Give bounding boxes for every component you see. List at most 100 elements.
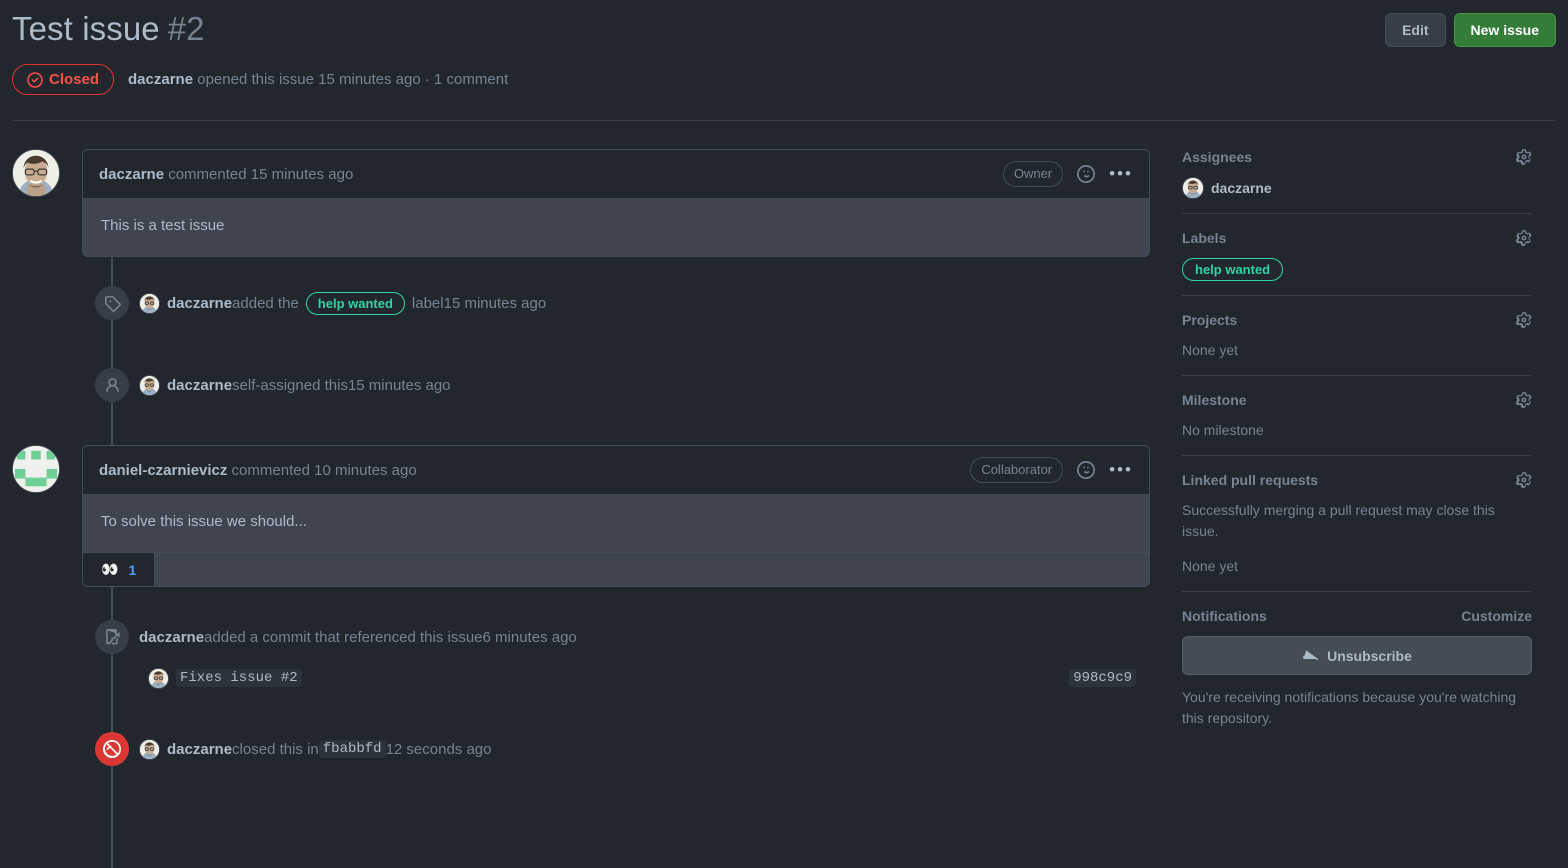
comment-header-actions: Collaborator ••• [970,457,1133,484]
event-time: 6 minutes ago [482,628,577,646]
header-divider [12,120,1556,122]
timeline-event-labeled: daczarne added the help wanted label 15 … [12,285,1150,321]
sidebar-notifications-title: Notifications [1182,608,1267,625]
gear-icon[interactable] [1516,312,1532,329]
avatar[interactable] [12,445,60,494]
comment-header-actions: Owner ••• [1002,161,1133,188]
event-time: 12 seconds ago [385,740,492,758]
user-avatar-photo [13,150,59,197]
sidebar-label-chip[interactable]: help wanted [1182,258,1284,282]
avatar[interactable] [12,149,60,198]
mini-avatar [139,374,160,396]
user-avatar-photo [140,739,159,759]
issue-closed-icon [27,71,43,88]
sidebar-notifications-header: Notifications Customize [1182,608,1532,624]
sidebar-projects-title: Projects [1182,312,1238,329]
event-text-after: label [411,294,444,312]
sidebar-milestone-title: Milestone [1182,392,1247,409]
sidebar-section-milestone: Milestone No milestone [1182,392,1532,457]
sidebar-labels-header: Labels [1182,230,1532,246]
status-badge: Closed [12,64,115,96]
mini-avatar [139,292,160,314]
comment-author[interactable]: daniel-czarnievicz [99,462,227,479]
sidebar-section-linked-prs: Linked pull requests Successfully mergin… [1182,472,1532,593]
timeline-event-referenced: daczarne added a commit that referenced … [12,619,1150,655]
comment-item: daniel-czarnievicz commented 10 minutes … [12,445,1150,588]
closed-circle-icon [95,732,129,767]
comment-byline: daczarne commented 15 minutes ago [99,166,353,183]
comment-box: daniel-czarnievicz commented 10 minutes … [82,445,1150,588]
event-time: 15 minutes ago [443,294,547,312]
sidebar-linked-prs-header: Linked pull requests [1182,472,1532,488]
event-text: added a commit that referenced this issu… [204,628,483,646]
mini-avatar [1182,177,1204,200]
timeline-event-closed: daczarne closed this in fbabbfd 12 secon… [12,731,1150,767]
author-role-badge: Collaborator [970,457,1064,484]
comment-item: daczarne commented 15 minutes ago Owner … [12,149,1150,258]
issue-meta-rest: opened this issue 15 minutes ago · 1 com… [193,71,509,89]
gear-icon[interactable] [1516,230,1532,247]
unsubscribe-button[interactable]: Unsubscribe [1182,636,1532,676]
sidebar-linked-prs-title: Linked pull requests [1182,472,1319,489]
author-role-badge: Owner [1002,161,1064,188]
sidebar-labels-title: Labels [1182,230,1227,247]
issue-author[interactable]: daczarne [128,71,193,88]
commit-message[interactable]: Fixes issue #2 [176,669,302,688]
timeline-event-assigned: daczarne self-assigned this 15 minutes a… [12,367,1150,403]
comment-author[interactable]: daczarne [99,166,164,183]
event-text: self-assigned this [232,376,348,394]
timeline-event-text: daczarne added a commit that referenced … [139,629,577,646]
add-reaction-icon[interactable] [1077,165,1096,184]
comment-menu-icon[interactable]: ••• [1109,461,1133,478]
comment-byline: daniel-czarnievicz commented 10 minutes … [99,462,417,479]
issue-meta-row: Closed daczarne opened this issue 15 min… [12,64,1556,96]
timeline-event-text: daczarne closed this in fbabbfd 12 secon… [139,738,492,760]
user-avatar-photo [1183,178,1203,199]
issue-number: #2 [167,10,205,47]
issue-meta-text: daczarne opened this issue 15 minutes ag… [128,71,508,88]
new-issue-button[interactable]: New issue [1453,13,1556,47]
add-reaction-icon[interactable] [1077,461,1096,480]
tag-icon [95,286,129,321]
issue-page: Test issue #2 Edit New issue Closed dacz… [0,0,1568,868]
unsubscribe-label: Unsubscribe [1327,647,1412,664]
reaction-eyes-button[interactable]: 👀 1 [83,553,156,587]
sidebar-milestone-header: Milestone [1182,392,1532,408]
event-text-before: closed this in [232,740,319,758]
comment-body: This is a test issue [83,199,1149,257]
event-actor[interactable]: daczarne [167,741,232,758]
event-actor[interactable]: daczarne [167,377,232,394]
sidebar-assignees-title: Assignees [1182,149,1253,166]
assignee-item[interactable]: daczarne [1182,177,1532,200]
identicon-avatar [13,446,59,493]
label-chip[interactable]: help wanted [305,291,405,315]
sidebar-assignees-header: Assignees [1182,149,1532,165]
comment-action: commented [227,461,315,479]
bell-slash-icon [1302,646,1319,665]
comment-header: daczarne commented 15 minutes ago Owner … [83,150,1149,200]
closed-commit-hash[interactable]: fbabbfd [318,740,386,759]
mini-avatar [139,738,160,760]
gear-icon[interactable] [1516,392,1532,409]
customize-notifications-link[interactable]: Customize [1461,608,1532,624]
user-avatar-photo [149,668,168,688]
event-actor[interactable]: daczarne [167,295,232,312]
timeline-event-text: daczarne self-assigned this 15 minutes a… [139,374,451,396]
comment-time: 15 minutes ago [250,165,354,183]
comment-menu-icon[interactable]: ••• [1109,165,1133,182]
issue-timeline-column: daczarne commented 15 minutes ago Owner … [12,149,1150,868]
user-avatar-photo [140,375,159,395]
header-actions: Edit New issue [1385,13,1556,47]
comment-action: commented [164,165,251,183]
reaction-bar: 👀 1 [83,552,1149,587]
gear-icon[interactable] [1516,149,1532,166]
sidebar-milestone-value: No milestone [1182,422,1264,439]
commit-hash[interactable]: 998c9c9 [1069,669,1136,688]
cross-reference-icon [95,620,129,655]
sidebar-section-labels: Labels help wanted [1182,230,1532,297]
issue-sidebar: Assignees daczarne Labels help wanted Pr… [1182,149,1532,767]
gear-icon[interactable] [1516,472,1532,489]
event-actor[interactable]: daczarne [139,629,204,646]
edit-button[interactable]: Edit [1385,13,1446,47]
comment-time: 10 minutes ago [314,461,417,479]
